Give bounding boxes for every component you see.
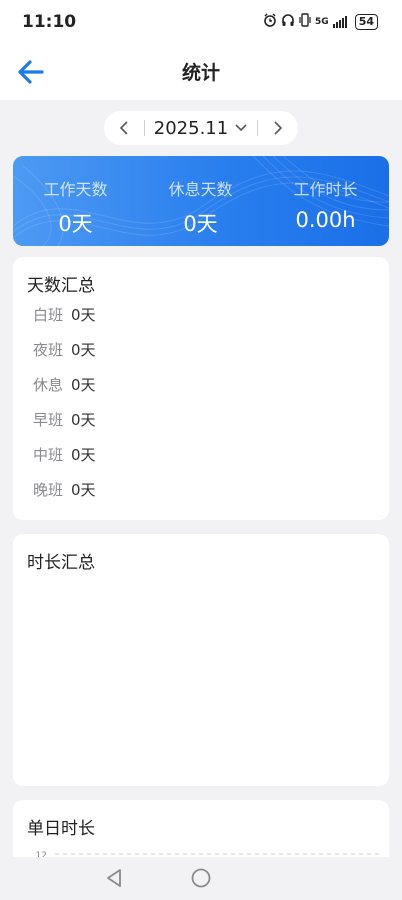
network-label: 5G	[315, 16, 329, 27]
card-title: 时长汇总	[27, 553, 95, 573]
day-row-morning-shift: 早班 0天	[33, 409, 96, 430]
stat-label: 休息天数	[168, 180, 233, 199]
day-value: 0天	[71, 306, 96, 324]
stat-work-hours: 工作时长 0.00h	[263, 176, 388, 232]
month-select[interactable]: 2025.11	[145, 118, 257, 139]
page-title: 统计	[181, 62, 220, 84]
day-row-rest: 休息 0天	[33, 374, 96, 395]
day-value: 0天	[71, 446, 96, 464]
nav-back-button[interactable]	[104, 867, 124, 893]
nav-home-button[interactable]	[190, 867, 212, 893]
day-label: 白班	[33, 306, 64, 324]
triangle-back-icon	[107, 869, 121, 887]
next-month-button[interactable]	[258, 111, 298, 145]
status-time: 11:10	[22, 12, 77, 32]
system-nav-bar	[0, 857, 402, 900]
day-label: 夜班	[33, 341, 64, 359]
chevron-down-icon	[235, 124, 247, 132]
chevron-right-icon	[274, 121, 283, 135]
day-row-evening-shift: 晚班 0天	[33, 479, 96, 500]
app-header: 统计	[0, 44, 402, 100]
card-title: 单日时长	[27, 819, 95, 839]
status-icons: 5G 54	[263, 13, 378, 30]
day-label: 晚班	[33, 481, 64, 499]
month-picker: 2025.11	[104, 111, 298, 145]
headphones-icon	[281, 13, 295, 30]
day-value: 0天	[71, 481, 96, 499]
card-title: 天数汇总	[27, 276, 95, 296]
battery-level: 54	[354, 13, 378, 30]
stat-label: 工作天数	[43, 180, 108, 199]
day-value: 0天	[71, 341, 96, 359]
duration-summary-card: 时长汇总	[13, 534, 389, 786]
stat-work-days: 工作天数 0天	[13, 176, 138, 238]
day-value: 0天	[71, 411, 96, 429]
alarm-icon	[263, 13, 277, 30]
stat-value: 0.00h	[295, 208, 356, 232]
circle-home-icon	[191, 868, 211, 888]
days-summary-card: 天数汇总 白班 0天 夜班 0天 休息 0天 早班 0天 中班 0天 晚班 0天	[13, 257, 389, 520]
stat-rest-days: 休息天数 0天	[138, 176, 263, 238]
day-label: 早班	[33, 411, 64, 429]
day-row-middle-shift: 中班 0天	[33, 444, 96, 465]
stat-label: 工作时长	[293, 180, 358, 199]
vibrate-icon	[299, 13, 311, 30]
stat-value: 0天	[183, 212, 218, 236]
summary-banner: 工作天数 0天 休息天数 0天 工作时长 0.00h	[13, 156, 389, 246]
signal-icon	[332, 15, 347, 28]
chevron-left-icon	[119, 121, 128, 135]
day-label: 休息	[33, 376, 64, 394]
prev-month-button[interactable]	[104, 111, 144, 145]
status-bar: 11:10 5G 54	[0, 0, 402, 44]
day-row-night-shift: 夜班 0天	[33, 339, 96, 360]
day-row-day-shift: 白班 0天	[33, 304, 96, 325]
day-value: 0天	[71, 376, 96, 394]
month-value: 2025.11	[153, 117, 229, 139]
day-label: 中班	[33, 446, 64, 464]
stat-value: 0天	[58, 212, 93, 236]
